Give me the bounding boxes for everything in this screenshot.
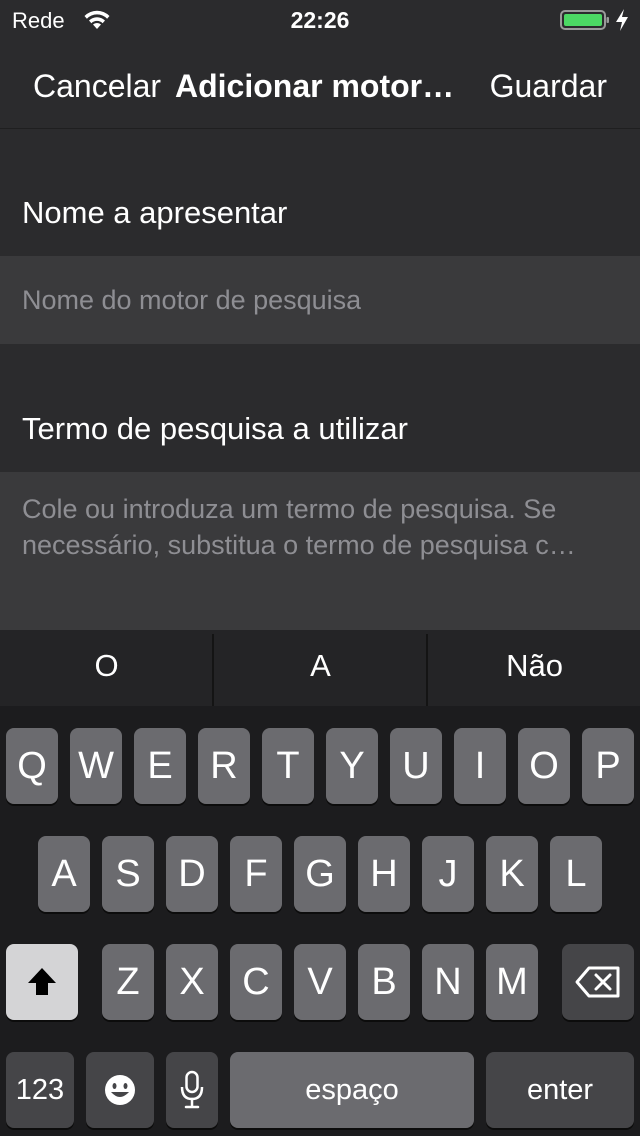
page-title: Adicionar motor… xyxy=(175,68,455,104)
key-i[interactable]: I xyxy=(454,728,506,804)
display-name-placeholder: Nome do motor de pesquisa xyxy=(22,285,362,315)
key-w[interactable]: W xyxy=(70,728,122,804)
key-d[interactable]: D xyxy=(166,836,218,912)
navigation-bar: Cancelar Adicionar motor… Guardar xyxy=(0,40,640,129)
key-z[interactable]: Z xyxy=(102,944,154,1020)
search-term-field[interactable]: Cole ou introduza um termo de pesquisa. … xyxy=(0,472,640,630)
prediction-2[interactable]: A xyxy=(214,630,427,706)
prediction-3[interactable]: Não xyxy=(428,630,640,706)
key-u[interactable]: U xyxy=(390,728,442,804)
predictive-bar: O A Não xyxy=(0,630,640,706)
key-r[interactable]: R xyxy=(198,728,250,804)
key-h[interactable]: H xyxy=(358,836,410,912)
clock-label: 22:26 xyxy=(290,7,350,33)
key-l[interactable]: L xyxy=(550,836,602,912)
key-b[interactable]: B xyxy=(358,944,410,1020)
key-p[interactable]: P xyxy=(582,728,634,804)
search-term-label: Termo de pesquisa a utilizar xyxy=(22,411,408,446)
save-button[interactable]: Guardar xyxy=(490,68,607,105)
key-v[interactable]: V xyxy=(294,944,346,1020)
search-term-placeholder-line2: necessário, substitua o termo de pesquis… xyxy=(22,530,576,560)
space-key[interactable]: espaço xyxy=(230,1052,474,1128)
shift-arrow-icon xyxy=(28,968,56,995)
numbers-key[interactable]: 123 xyxy=(6,1052,74,1128)
key-f[interactable]: F xyxy=(230,836,282,912)
key-n[interactable]: N xyxy=(422,944,474,1020)
dictation-key[interactable] xyxy=(166,1052,218,1128)
key-t[interactable]: T xyxy=(262,728,314,804)
status-bar: Rede 22:26 xyxy=(0,0,640,40)
key-e[interactable]: E xyxy=(134,728,186,804)
search-term-placeholder-line1: Cole ou introduza um termo de pesquisa. … xyxy=(22,494,557,524)
microphone-icon xyxy=(180,1070,204,1109)
key-j[interactable]: J xyxy=(422,836,474,912)
key-y[interactable]: Y xyxy=(326,728,378,804)
prediction-1[interactable]: O xyxy=(0,630,213,706)
key-s[interactable]: S xyxy=(102,836,154,912)
key-o[interactable]: O xyxy=(518,728,570,804)
key-x[interactable]: X xyxy=(166,944,218,1020)
add-search-engine-form: Nome a apresentar Nome do motor de pesqu… xyxy=(0,129,640,630)
backspace-icon xyxy=(575,966,620,998)
display-name-field[interactable]: Nome do motor de pesquisa xyxy=(0,256,640,344)
delete-key[interactable] xyxy=(562,944,634,1020)
keyboard: O A Não Q W E R T Y U I O P A S D F G H … xyxy=(0,630,640,1136)
emoji-icon xyxy=(105,1075,135,1105)
key-m[interactable]: M xyxy=(486,944,538,1020)
shift-key[interactable] xyxy=(6,944,78,1020)
key-k[interactable]: K xyxy=(486,836,538,912)
display-name-label: Nome a apresentar xyxy=(22,195,288,230)
key-g[interactable]: G xyxy=(294,836,346,912)
charging-bolt-icon xyxy=(616,9,628,31)
battery-icon xyxy=(560,10,609,30)
enter-key[interactable]: enter xyxy=(486,1052,634,1128)
key-q[interactable]: Q xyxy=(6,728,58,804)
emoji-key[interactable] xyxy=(86,1052,154,1128)
key-c[interactable]: C xyxy=(230,944,282,1020)
cancel-button[interactable]: Cancelar xyxy=(33,68,161,105)
key-a[interactable]: A xyxy=(38,836,90,912)
